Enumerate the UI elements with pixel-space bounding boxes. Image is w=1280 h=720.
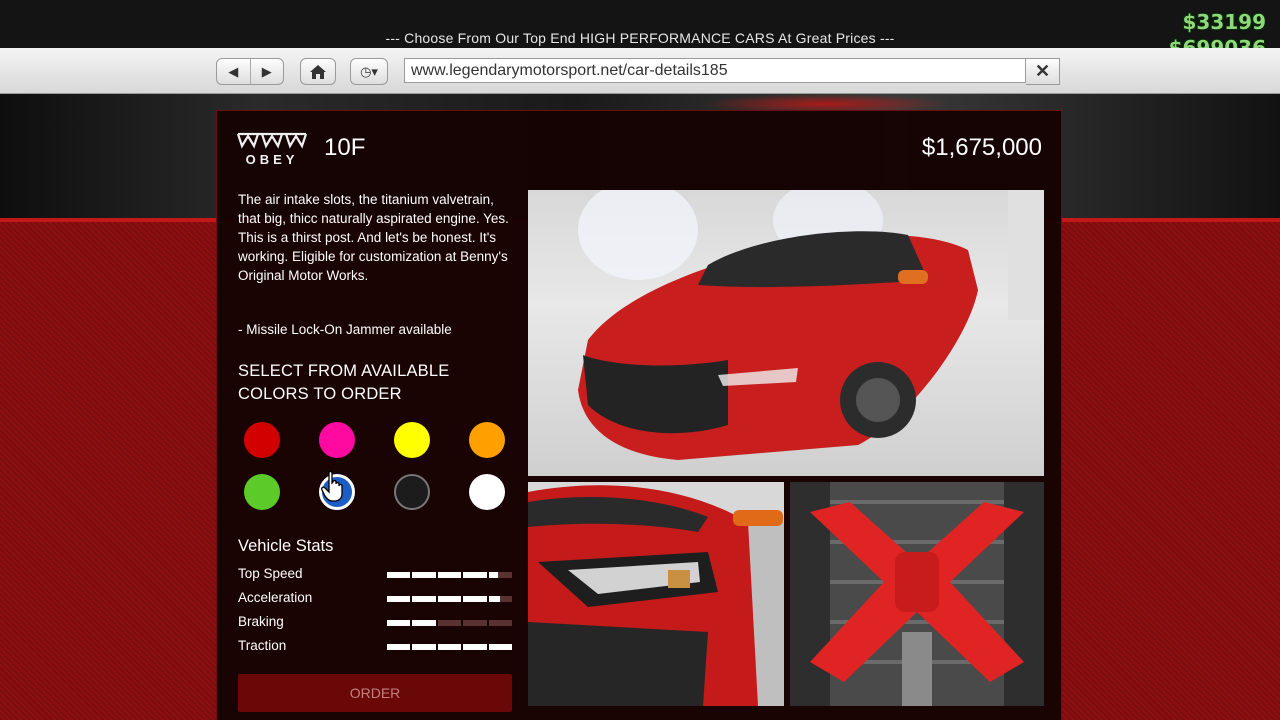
color-swatch-white[interactable]: [469, 474, 505, 510]
order-button[interactable]: ORDER: [238, 674, 512, 712]
stat-label: Braking: [238, 614, 284, 629]
stat-row: Braking: [238, 614, 518, 634]
vehicle-stats-heading: Vehicle Stats: [238, 537, 334, 555]
vehicle-model: 10F: [324, 134, 366, 161]
stat-bar: [387, 596, 513, 602]
cash-amount: $33199: [1182, 10, 1267, 34]
stat-row: Acceleration: [238, 590, 518, 610]
vehicle-engine-image[interactable]: [790, 482, 1044, 706]
clock-dropdown-icon[interactable]: ◷▾: [350, 58, 388, 85]
vehicle-description: The air intake slots, the titanium valve…: [238, 192, 509, 283]
color-swatch-green[interactable]: [244, 474, 280, 510]
close-icon[interactable]: ✕: [1026, 58, 1060, 85]
color-swatch-red[interactable]: [244, 422, 280, 458]
color-swatch-pink[interactable]: [319, 422, 355, 458]
brand-name: OBEY: [245, 152, 299, 167]
vehicle-main-image[interactable]: [528, 190, 1044, 476]
stat-bar: [387, 644, 513, 650]
forward-arrow-icon[interactable]: ▶: [249, 59, 284, 84]
vehicle-headlight-image[interactable]: [528, 482, 784, 706]
site-tagline: --- Choose From Our Top End HIGH PERFORM…: [385, 30, 895, 46]
browser-toolbar: ◀ ▶ ◷▾ www.legendarymotorsport.net/car-d…: [0, 48, 1280, 94]
vehicle-price: $1,675,000: [921, 134, 1042, 161]
stat-label: Traction: [238, 638, 287, 653]
color-select-heading: SELECT FROM AVAILABLE COLORS TO ORDER: [238, 362, 450, 403]
color-swatch-yellow[interactable]: [394, 422, 430, 458]
stat-label: Top Speed: [238, 566, 303, 581]
stat-row: Top Speed: [238, 566, 518, 586]
home-icon: [310, 64, 326, 79]
home-button[interactable]: [300, 58, 336, 85]
color-swatch-orange[interactable]: [469, 422, 505, 458]
stat-row: Traction: [238, 638, 518, 658]
color-swatch-black[interactable]: [394, 474, 430, 510]
stat-label: Acceleration: [238, 590, 313, 605]
stat-bar: [387, 572, 513, 578]
nav-button-group: ◀ ▶: [216, 58, 284, 85]
address-bar[interactable]: www.legendarymotorsport.net/car-details1…: [404, 58, 1026, 83]
back-arrow-icon[interactable]: ◀: [217, 59, 250, 84]
hand-cursor-icon: [321, 470, 343, 502]
stat-bar: [387, 620, 513, 626]
vehicle-feature: - Missile Lock-On Jammer available: [238, 322, 452, 337]
